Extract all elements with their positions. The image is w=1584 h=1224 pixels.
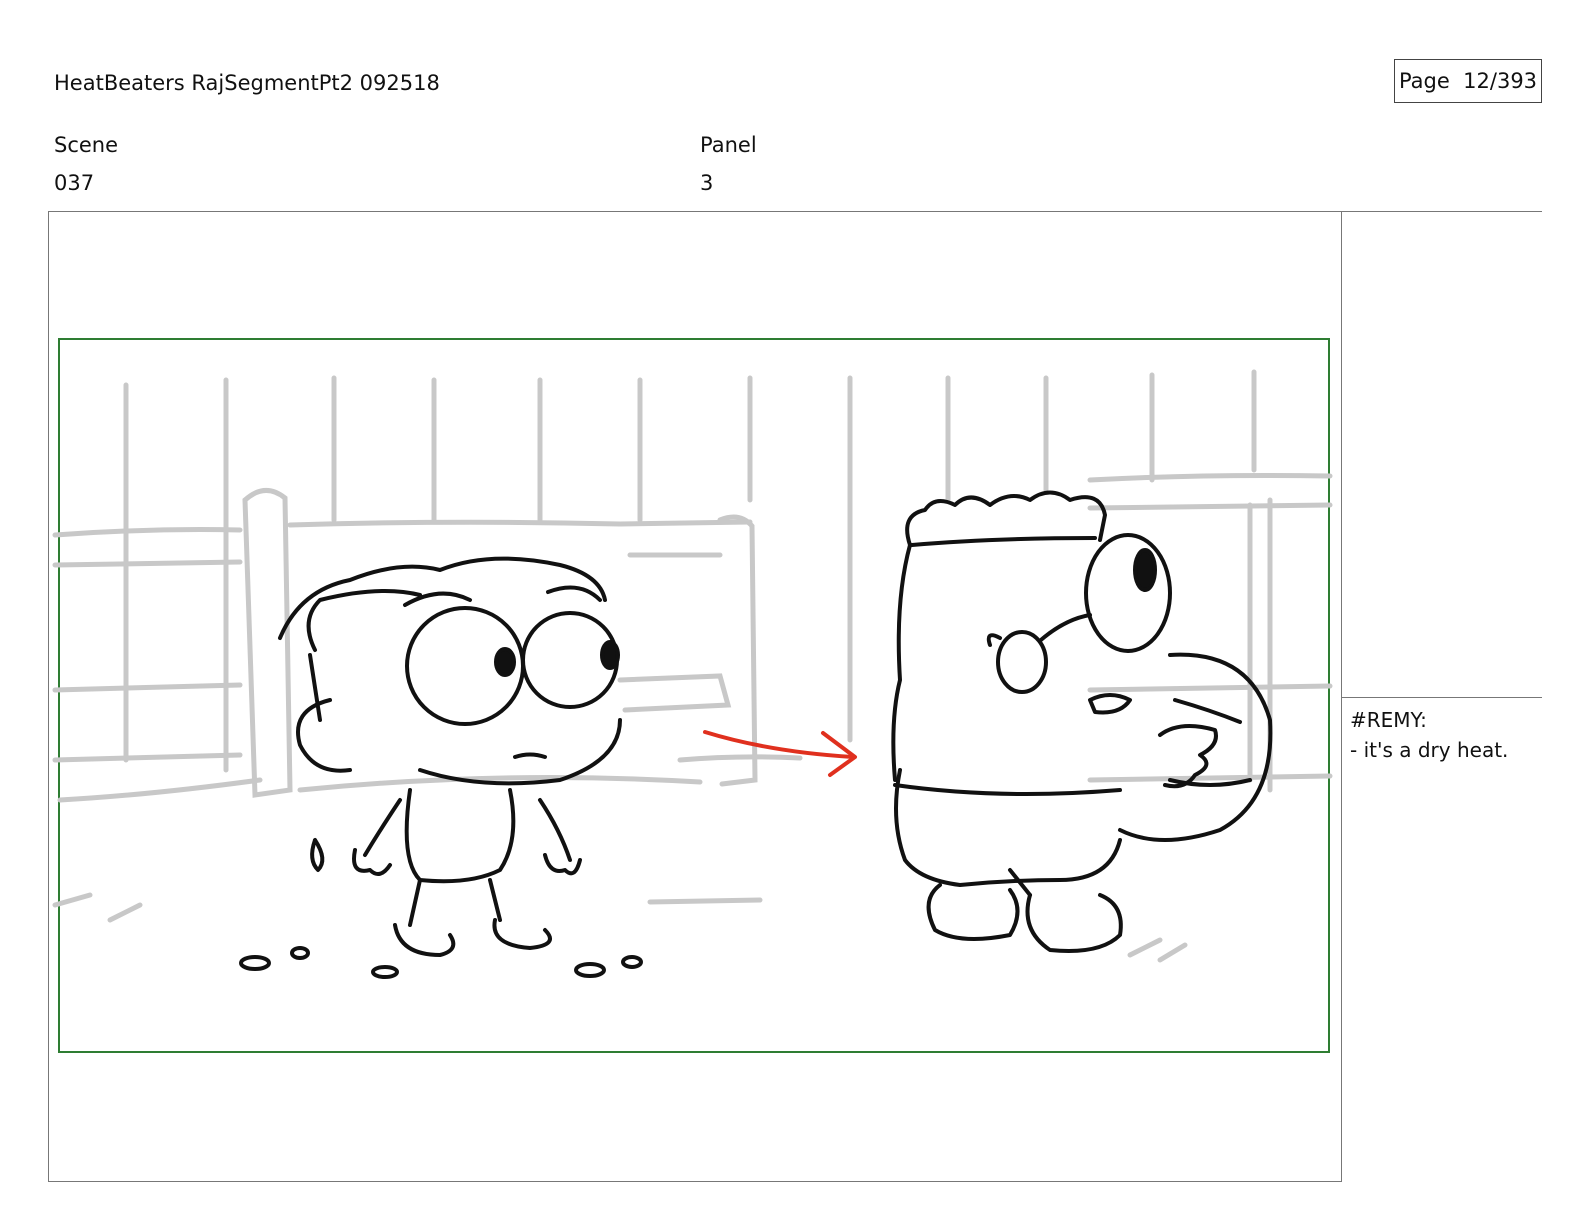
dialogue-speaker: #REMY:: [1350, 708, 1427, 732]
motion-arrow: [703, 730, 857, 777]
dialogue-line: - it's a dry heat.: [1350, 738, 1509, 762]
character-left-sketch: [239, 556, 643, 979]
notes-divider-middle: [1342, 697, 1542, 698]
background-fence-sketch: [52, 369, 1333, 963]
notes-divider-top: [1342, 211, 1542, 212]
storyboard-drawing: [52, 338, 1333, 1053]
character-right-sketch: [891, 490, 1273, 953]
